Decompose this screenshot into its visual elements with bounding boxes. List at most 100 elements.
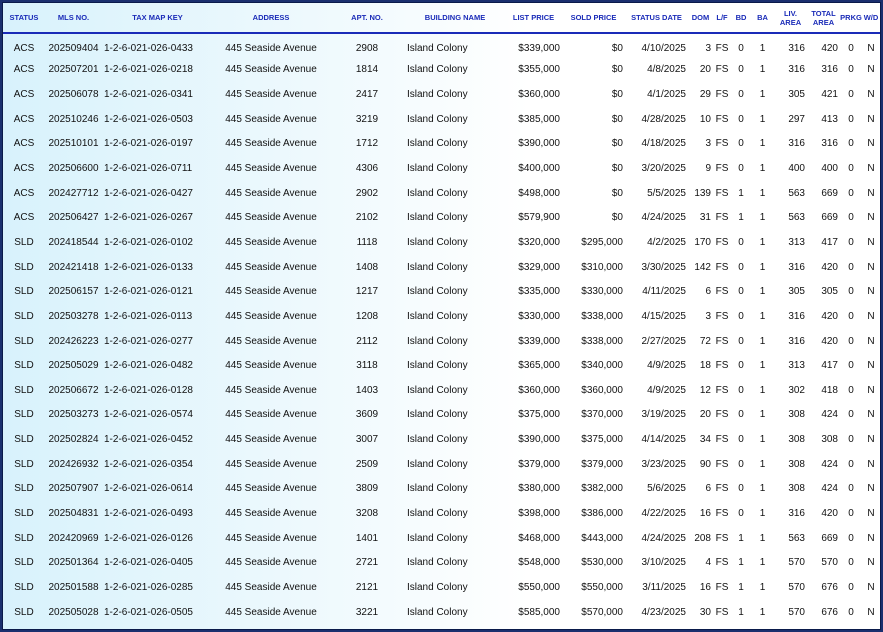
cell-status: ACS bbox=[13, 43, 35, 55]
cell-tmk: 1-2-6-021-026-0285 bbox=[104, 581, 193, 593]
cell-bd: 1 bbox=[738, 532, 744, 544]
cell-sold-price: $295,000 bbox=[581, 236, 623, 248]
cell-status: SLD bbox=[14, 434, 34, 446]
cell-status: SLD bbox=[14, 409, 34, 421]
cell-prkg: 0 bbox=[848, 43, 854, 55]
cell-lf: FS bbox=[715, 310, 729, 322]
cell-liv-area: 316 bbox=[788, 261, 805, 273]
cell-building: Island Colony bbox=[407, 236, 468, 248]
cell-list-price: $380,000 bbox=[518, 483, 560, 495]
cell-liv-area: 313 bbox=[788, 360, 805, 372]
cell-bd: 0 bbox=[738, 89, 744, 101]
cell-lf: FS bbox=[715, 286, 729, 298]
cell-address: 445 Seaside Avenue bbox=[225, 163, 317, 175]
cell-list-price: $360,000 bbox=[518, 89, 560, 101]
cell-tmk: 1-2-6-021-026-0128 bbox=[104, 384, 193, 396]
cell-total-area: 308 bbox=[821, 434, 838, 446]
cell-tmk: 1-2-6-021-026-0503 bbox=[104, 113, 193, 125]
cell-ba: 1 bbox=[759, 557, 766, 569]
cell-sold-price: $382,000 bbox=[581, 483, 623, 495]
cell-building: Island Colony bbox=[407, 384, 468, 396]
cell-mls: 202506600 bbox=[48, 163, 99, 175]
cell-dom: 34 bbox=[699, 434, 711, 446]
cell-lf: FS bbox=[715, 483, 729, 495]
cell-sold-price: $0 bbox=[611, 43, 623, 55]
cell-tmk: 1-2-6-021-026-0121 bbox=[104, 286, 193, 298]
cell-mls: 202505029 bbox=[48, 360, 99, 372]
cell-mls: 202506427 bbox=[48, 212, 99, 224]
cell-status-date: 5/5/2025 bbox=[647, 187, 686, 199]
cell-building: Island Colony bbox=[407, 187, 468, 199]
cell-prkg: 0 bbox=[848, 384, 854, 396]
cell-lf: FS bbox=[715, 532, 729, 544]
cell-building: Island Colony bbox=[407, 532, 468, 544]
table-row: SLD 202503273 1-2-6-021-026-0574 445 Seasid… bbox=[3, 403, 880, 428]
cell-total-area: 420 bbox=[821, 310, 838, 322]
cell-tmk: 1-2-6-021-026-0505 bbox=[104, 606, 193, 618]
cell-address: 445 Seaside Avenue bbox=[225, 458, 317, 470]
cell-liv-area: 316 bbox=[788, 335, 805, 347]
cell-prkg: 0 bbox=[848, 163, 854, 175]
cell-ba: 1 bbox=[759, 532, 766, 544]
cell-tmk: 1-2-6-021-026-0197 bbox=[104, 138, 193, 150]
cell-liv-area: 570 bbox=[788, 557, 805, 569]
column-header-lf: L/F bbox=[713, 3, 731, 34]
cell-sold-price: $550,000 bbox=[581, 581, 623, 593]
cell-bd: 0 bbox=[738, 483, 744, 495]
cell-status: ACS bbox=[13, 138, 35, 150]
cell-sold-price: $0 bbox=[611, 138, 623, 150]
cell-prkg: 0 bbox=[848, 89, 854, 101]
cell-lf: FS bbox=[715, 409, 729, 421]
cell-address: 445 Seaside Avenue bbox=[225, 507, 317, 519]
cell-ba: 1 bbox=[759, 43, 766, 55]
cell-total-area: 669 bbox=[821, 212, 838, 224]
cell-status-date: 4/9/2025 bbox=[647, 360, 686, 372]
cell-wd: N bbox=[867, 286, 875, 298]
cell-list-price: $468,000 bbox=[518, 532, 560, 544]
cell-mls: 202503278 bbox=[48, 310, 99, 322]
cell-prkg: 0 bbox=[848, 483, 854, 495]
table-header-row: STATUS MLS NO. TAX MAP KEY ADDRESS APT. NO. B… bbox=[3, 3, 880, 34]
cell-dom: 170 bbox=[694, 236, 711, 248]
cell-liv-area: 400 bbox=[788, 163, 805, 175]
cell-prkg: 0 bbox=[848, 507, 854, 519]
cell-building: Island Colony bbox=[407, 458, 468, 470]
cell-building: Island Colony bbox=[407, 138, 468, 150]
cell-list-price: $320,000 bbox=[518, 236, 560, 248]
cell-bd: 1 bbox=[738, 187, 744, 199]
cell-bd: 1 bbox=[738, 557, 744, 569]
cell-apt: 2721 bbox=[355, 557, 379, 569]
cell-lf: FS bbox=[715, 236, 729, 248]
cell-prkg: 0 bbox=[848, 409, 854, 421]
cell-ba: 1 bbox=[759, 458, 766, 470]
cell-status: ACS bbox=[13, 64, 35, 76]
cell-bd: 0 bbox=[738, 434, 744, 446]
cell-mls: 202426932 bbox=[48, 458, 99, 470]
column-header-apt: APT. NO. bbox=[329, 3, 405, 34]
cell-ba: 1 bbox=[759, 187, 766, 199]
cell-status-date: 4/24/2025 bbox=[641, 212, 687, 224]
cell-status-date: 3/11/2025 bbox=[642, 581, 686, 593]
cell-status: SLD bbox=[14, 458, 34, 470]
table-row: SLD 202505029 1-2-6-021-026-0482 445 Seasid… bbox=[3, 353, 880, 378]
cell-prkg: 0 bbox=[848, 236, 854, 248]
cell-lf: FS bbox=[715, 113, 729, 125]
cell-apt: 1814 bbox=[355, 64, 379, 76]
cell-ba: 1 bbox=[759, 286, 766, 298]
cell-wd: N bbox=[867, 89, 875, 101]
cell-sold-price: $340,000 bbox=[581, 360, 623, 372]
cell-building: Island Colony bbox=[407, 310, 468, 322]
table-row: SLD 202506157 1-2-6-021-026-0121 445 Seasid… bbox=[3, 279, 880, 304]
cell-status: SLD bbox=[14, 581, 34, 593]
cell-apt: 2102 bbox=[355, 212, 379, 224]
cell-prkg: 0 bbox=[848, 113, 854, 125]
cell-tmk: 1-2-6-021-026-0354 bbox=[104, 458, 193, 470]
table-row: ACS 202506427 1-2-6-021-026-0267 445 Seasid… bbox=[3, 205, 880, 230]
cell-status-date: 2/27/2025 bbox=[641, 335, 687, 347]
cell-list-price: $375,000 bbox=[518, 409, 560, 421]
cell-list-price: $390,000 bbox=[518, 434, 560, 446]
cell-apt: 3809 bbox=[355, 483, 379, 495]
cell-ba: 1 bbox=[759, 236, 766, 248]
cell-liv-area: 316 bbox=[788, 43, 805, 55]
cell-bd: 0 bbox=[738, 458, 744, 470]
